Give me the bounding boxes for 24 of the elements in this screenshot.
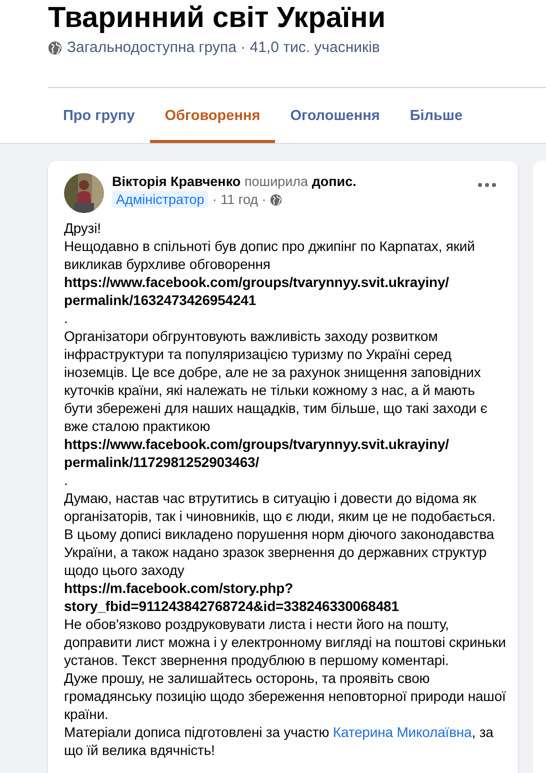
avatar[interactable]	[64, 173, 104, 213]
post-text: .	[64, 471, 69, 489]
post-text: Матеріали дописа підготовлені за участю Катерина Миколаївна, за що їй велика вдячність!	[64, 723, 494, 759]
more-options-icon[interactable]	[478, 183, 496, 187]
post-header-text: Вікторія Кравченко поширила допис.	[112, 174, 358, 189]
tab[interactable]: Обговорення	[150, 88, 276, 143]
url-link[interactable]: https://www.facebook.com/groups/tvarynnyy.svit.ukrayiny/permalink/1632473426954241	[64, 273, 506, 309]
profile-link[interactable]: Катерина Миколаївна	[332, 724, 472, 740]
group-title: Тваринний світ України	[48, 1, 387, 36]
group-info: Загальнодоступна група · 41,0 тис. учасників	[67, 39, 380, 56]
admin-badge[interactable]: Адміністратор	[112, 191, 208, 208]
tab[interactable]: Більше	[394, 88, 478, 143]
tab[interactable]: Оголошення	[275, 88, 395, 143]
url-link[interactable]: https://m.facebook.com/story.php?story_fbid=911243842768724&id=338246330068481	[64, 579, 506, 615]
post-text: Дуже прошу, не залишайтесь осторонь, та проявіть свою громадянську позицію щодо збереження неповторної природи нашої країни.	[64, 669, 506, 723]
post-text: Не обов'язково роздруковувати листа і нести його на пошту, доправити лист можна і у електронному вигляді на поштові скриньки установ. Текст звернення продублюю в першому коментарі.	[64, 615, 506, 669]
tab[interactable]: Про групу	[48, 88, 150, 143]
post-time[interactable]: · 11 год ·	[212, 192, 266, 207]
post-text: Друзі!	[64, 219, 102, 237]
globe-icon	[270, 194, 282, 206]
globe-icon	[48, 40, 62, 54]
post-text: .	[64, 309, 69, 327]
url-link[interactable]: https://www.facebook.com/groups/tvarynnyy.svit.ukrayiny/permalink/1172981252903463/	[64, 435, 506, 471]
post-text: Думаю, настав час втрутитись в ситуацію і довести до відома як організаторів, так і чиновників, що є люди, яким це не подобається.	[64, 489, 496, 525]
